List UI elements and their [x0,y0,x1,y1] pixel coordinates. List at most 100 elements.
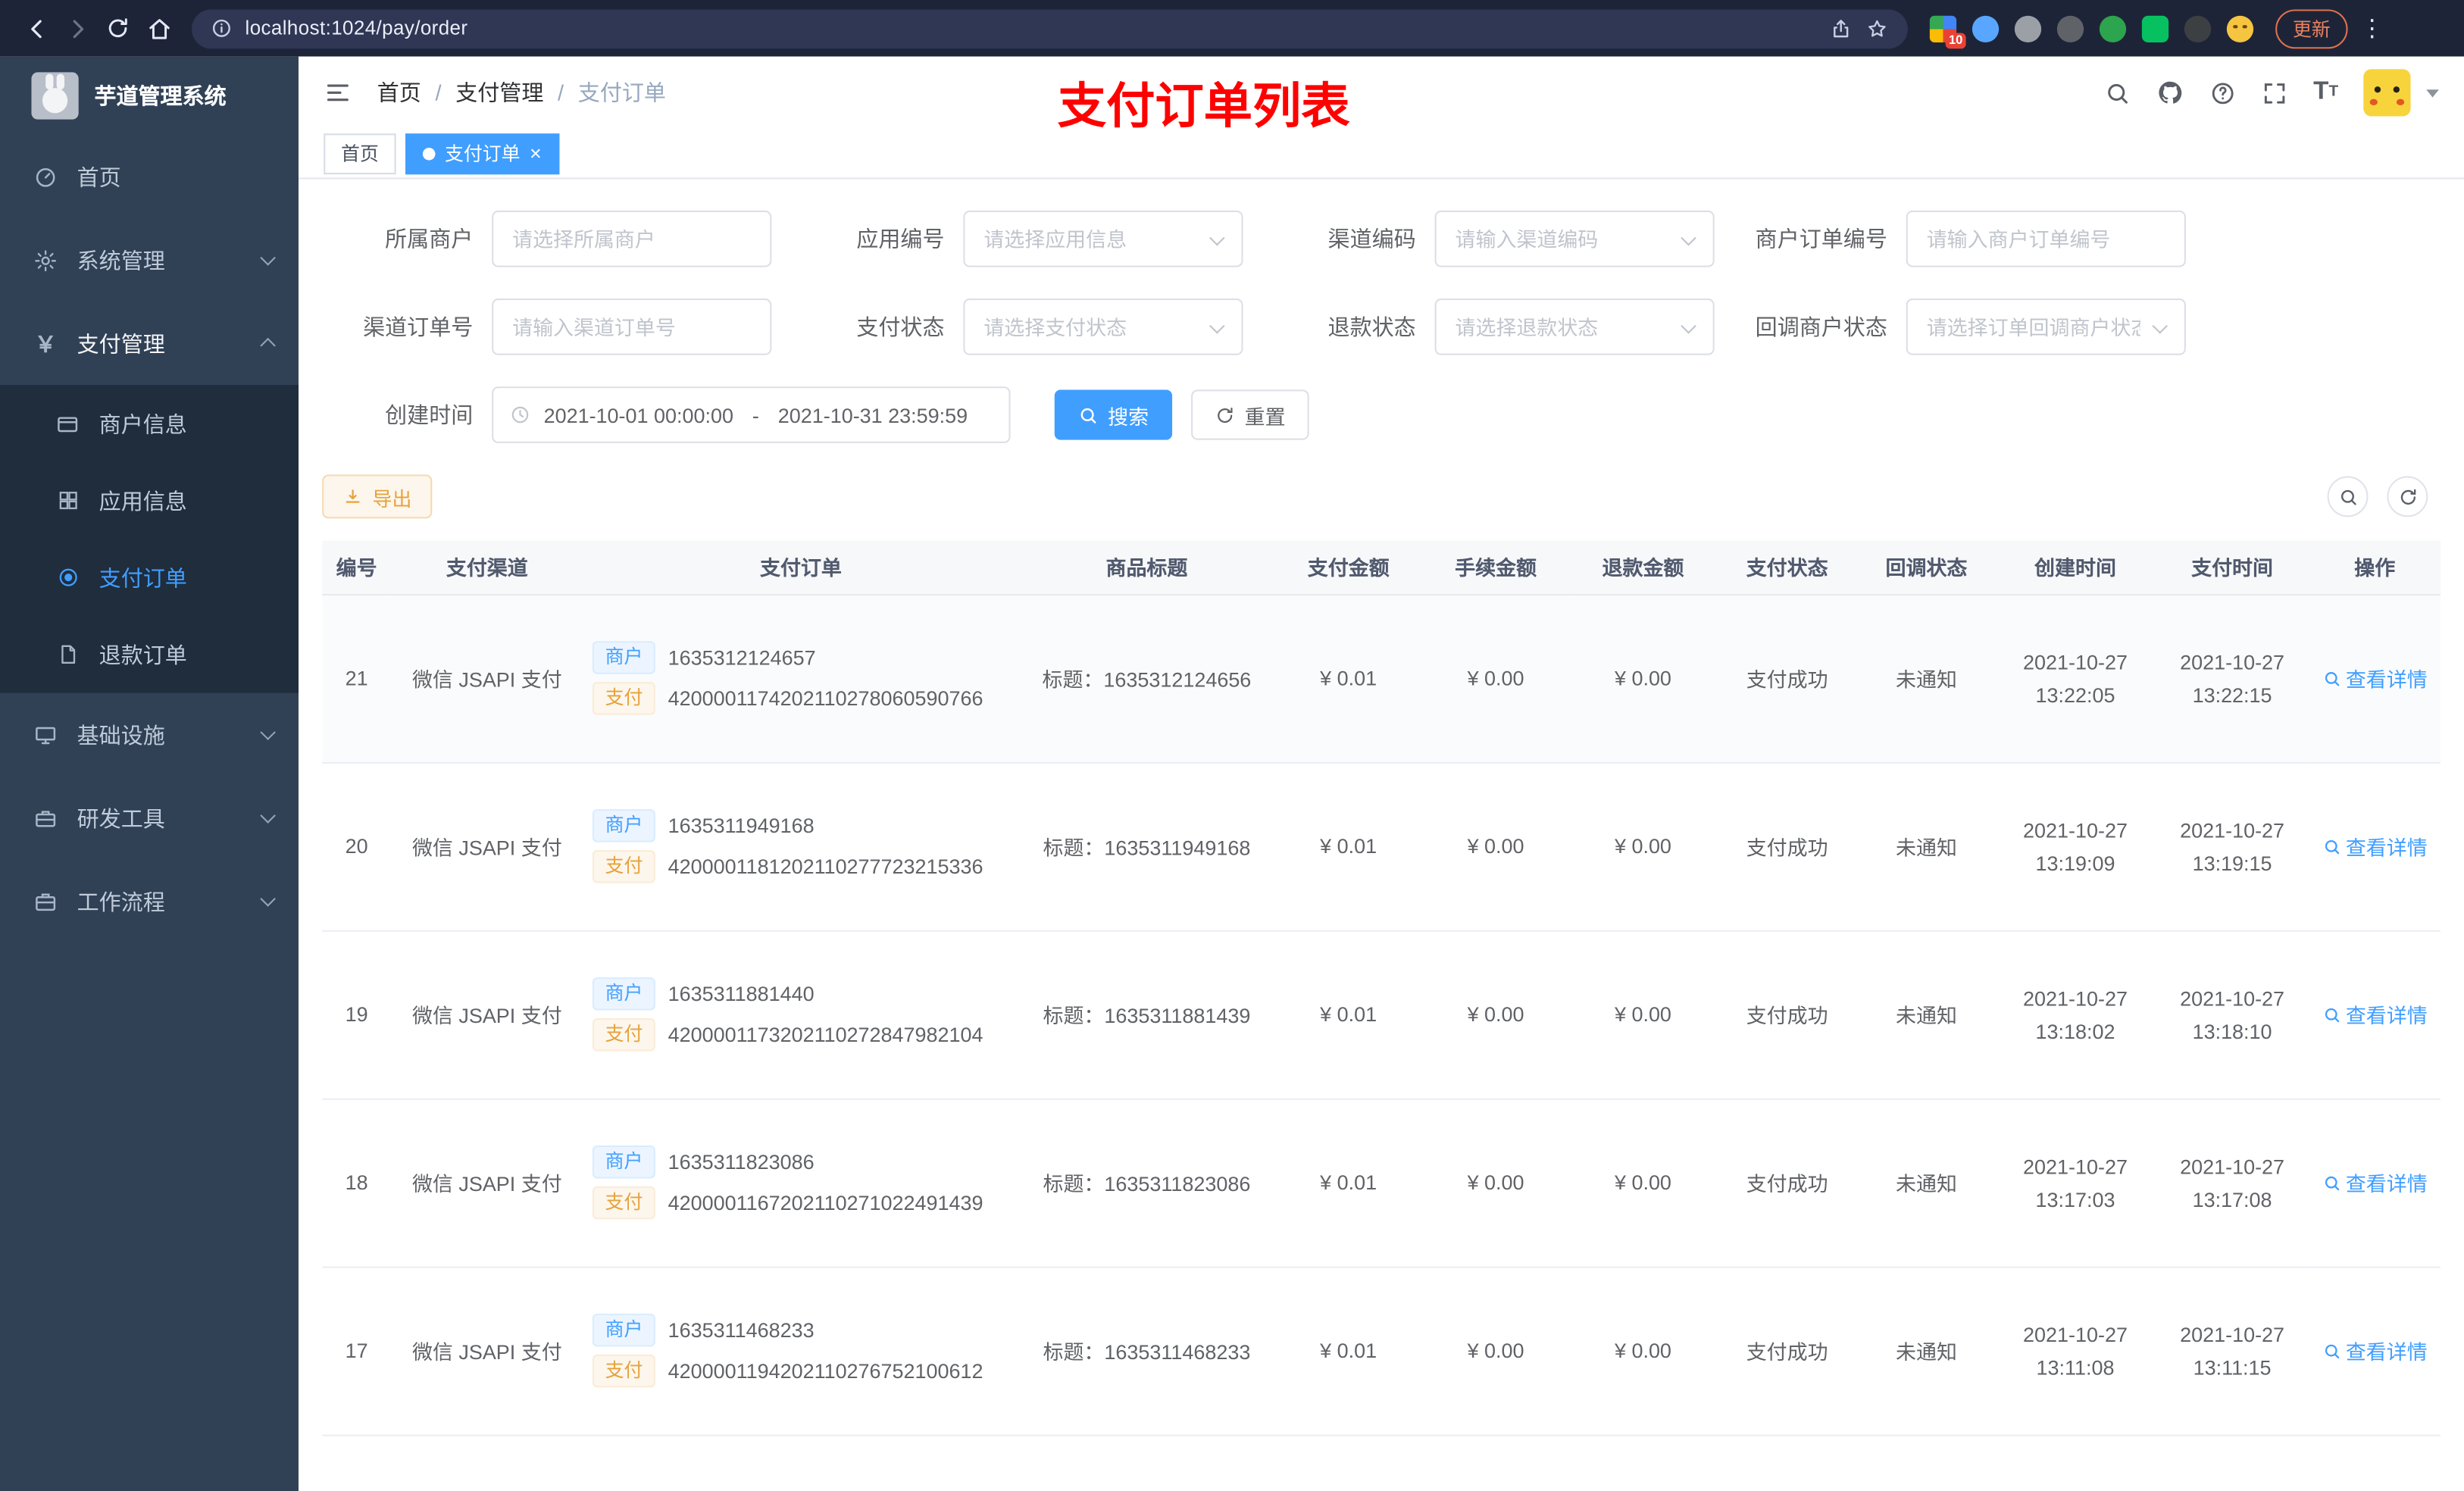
page-content: 所属商户 应用编号 渠道编码 商户订单编号 [299,179,2464,1491]
view-detail-link[interactable]: 查看详情 [2322,663,2428,692]
pay-tag: 支付 [593,1017,656,1052]
sidebar-item-system[interactable]: 系统管理 [0,218,299,302]
table-row[interactable]: 21 微信 JSAPI 支付 商户 1635312124657 支付 42000… [322,593,2441,763]
pay-channel: 微信 JSAPI 支付 [391,1098,583,1268]
filter-notify-status: 回调商户状态 [1737,299,2186,355]
sidebar-toggle-button[interactable] [324,79,352,107]
sidebar-item-refund-order[interactable]: 退款订单 [0,616,299,693]
refresh-table-button[interactable] [2387,476,2428,517]
browser-home-button[interactable] [139,8,180,48]
filter-refund-status: 退款状态 [1265,299,1715,355]
tab-close-icon[interactable]: × [530,143,542,164]
extension-emoji-icon[interactable] [2226,14,2254,42]
table-row[interactable]: 商户 1635311357196 [322,1434,2441,1491]
table-row[interactable]: 18 微信 JSAPI 支付 商户 1635311823086 支付 42000… [322,1098,2441,1268]
header-search-button[interactable] [2104,80,2131,106]
action-cell: 查看详情 [2309,930,2441,1099]
fullscreen-button[interactable] [2262,80,2288,106]
notify-status: 未通知 [1857,761,1996,931]
user-avatar[interactable] [2363,69,2411,117]
toggle-search-button[interactable] [2327,476,2369,517]
address-bar[interactable]: localhost:1024/pay/order [192,8,1908,48]
extension-grey-icon[interactable] [2014,14,2042,42]
view-detail-link[interactable]: 查看详情 [2322,1336,2428,1365]
pay-tag: 支付 [593,1354,656,1388]
export-button[interactable]: 导出 [322,474,433,519]
extension-grid-icon[interactable]: 10 [1929,14,1966,48]
merchant-order-no-input[interactable] [1907,211,2184,266]
table-toolbar: 导出 [322,474,2441,519]
sidebar-item-workflow[interactable]: 工作流程 [0,859,299,942]
card-icon [54,411,82,436]
download-icon [346,489,360,502]
channel-code-select[interactable] [1436,211,1713,266]
search-icon [1080,407,1096,423]
date-start-value[interactable]: 2021-10-01 00:00:00 [544,403,733,427]
tab-home[interactable]: 首页 [324,133,396,174]
extension-black-icon[interactable] [2184,14,2212,42]
app-id-select[interactable] [965,211,1242,266]
view-detail-link[interactable]: 查看详情 [2322,831,2428,861]
channel-order-no: 4200001173202110272847982104 [668,1023,983,1047]
filter-app-id: 应用编号 [793,210,1243,267]
merchant-input[interactable] [493,211,771,266]
browser-menu-icon[interactable]: ⋮ [2360,14,2384,42]
app-logo[interactable]: 芋道管理系统 [0,57,299,136]
sidebar-item-infra[interactable]: 基础设施 [0,693,299,777]
date-range-picker[interactable]: 2021-10-01 00:00:00 - 2021-10-31 23:59:5… [492,386,1011,443]
breadcrumb-home[interactable]: 首页 [377,77,421,108]
pay-tag: 支付 [593,1186,656,1220]
refund-amount: ¥ 0.00 [1569,1266,1717,1436]
browser-reload-button[interactable] [98,8,139,48]
sidebar-item-pay-order[interactable]: 支付订单 [0,539,299,616]
bookmark-star-icon[interactable] [1865,17,1889,40]
channel-order-no-input[interactable] [493,300,771,354]
search-button[interactable]: 搜索 [1054,389,1173,440]
tab-pay-order[interactable]: 支付订单 × [405,133,559,174]
pay-order-cell: 商户 1635311823086 支付 42000011672021102710… [583,1098,1019,1268]
share-icon[interactable] [1829,17,1853,40]
sidebar-item-devtools[interactable]: 研发工具 [0,777,299,860]
sidebar-item-merchant-info[interactable]: 商户信息 [0,385,299,462]
extension-chat-icon[interactable] [2141,14,2169,42]
extension-blue-icon[interactable] [1972,14,2000,42]
merchant-tag: 商户 [593,809,656,842]
site-info-icon[interactable] [211,17,233,39]
merchant-tag: 商户 [593,1145,656,1179]
filter-pay-status: 支付状态 [793,299,1243,355]
pay-status-select[interactable] [965,300,1242,354]
create-time: 2021-10-27 13:17:03 [1995,1098,2156,1268]
search-icon [2325,1175,2339,1190]
merchant-order-no: 1635312124657 [668,645,816,670]
browser-forward-button[interactable] [57,8,98,48]
date-end-value[interactable]: 2021-10-31 23:59:59 [778,403,968,427]
refund-status-select[interactable] [1436,300,1713,354]
view-detail-link[interactable]: 查看详情 [2322,1167,2428,1197]
table-row[interactable]: 20 微信 JSAPI 支付 商户 1635311949168 支付 42000… [322,761,2441,931]
refund-amount: ¥ 0.00 [1569,761,1717,931]
toolbox-icon [31,805,59,830]
extension-green-icon[interactable] [2099,14,2127,42]
browser-update-button[interactable]: 更新 [2275,8,2348,48]
reset-button[interactable]: 重置 [1191,389,1309,440]
search-icon [2325,1343,2339,1358]
pay-amount: ¥ 0.01 [1274,1266,1422,1436]
extension-dark-icon[interactable] [2056,14,2084,42]
font-size-button[interactable]: TT [2313,80,2338,105]
channel-order-no: 4200001167202110271022491439 [668,1191,983,1215]
view-detail-link[interactable]: 查看详情 [2322,999,2428,1029]
browser-back-button[interactable] [16,8,57,48]
avatar-caret-icon[interactable] [2426,89,2439,97]
help-button[interactable] [2209,80,2236,106]
table-row[interactable]: 17 微信 JSAPI 支付 商户 1635311468233 支付 42000… [322,1266,2441,1436]
navbar-actions: TT [2104,69,2439,117]
sidebar-item-app-info[interactable]: 应用信息 [0,462,299,539]
sidebar-item-payment[interactable]: ￥ 支付管理 [0,302,299,385]
github-button[interactable] [2156,79,2184,107]
order-id [322,1434,392,1491]
notify-status-select[interactable] [1907,300,2184,354]
order-id: 21 [322,593,392,763]
sidebar-item-home[interactable]: 首页 [0,135,299,218]
breadcrumb-pay-mgmt[interactable]: 支付管理 [455,77,543,108]
table-row[interactable]: 19 微信 JSAPI 支付 商户 1635311881440 支付 42000… [322,930,2441,1099]
